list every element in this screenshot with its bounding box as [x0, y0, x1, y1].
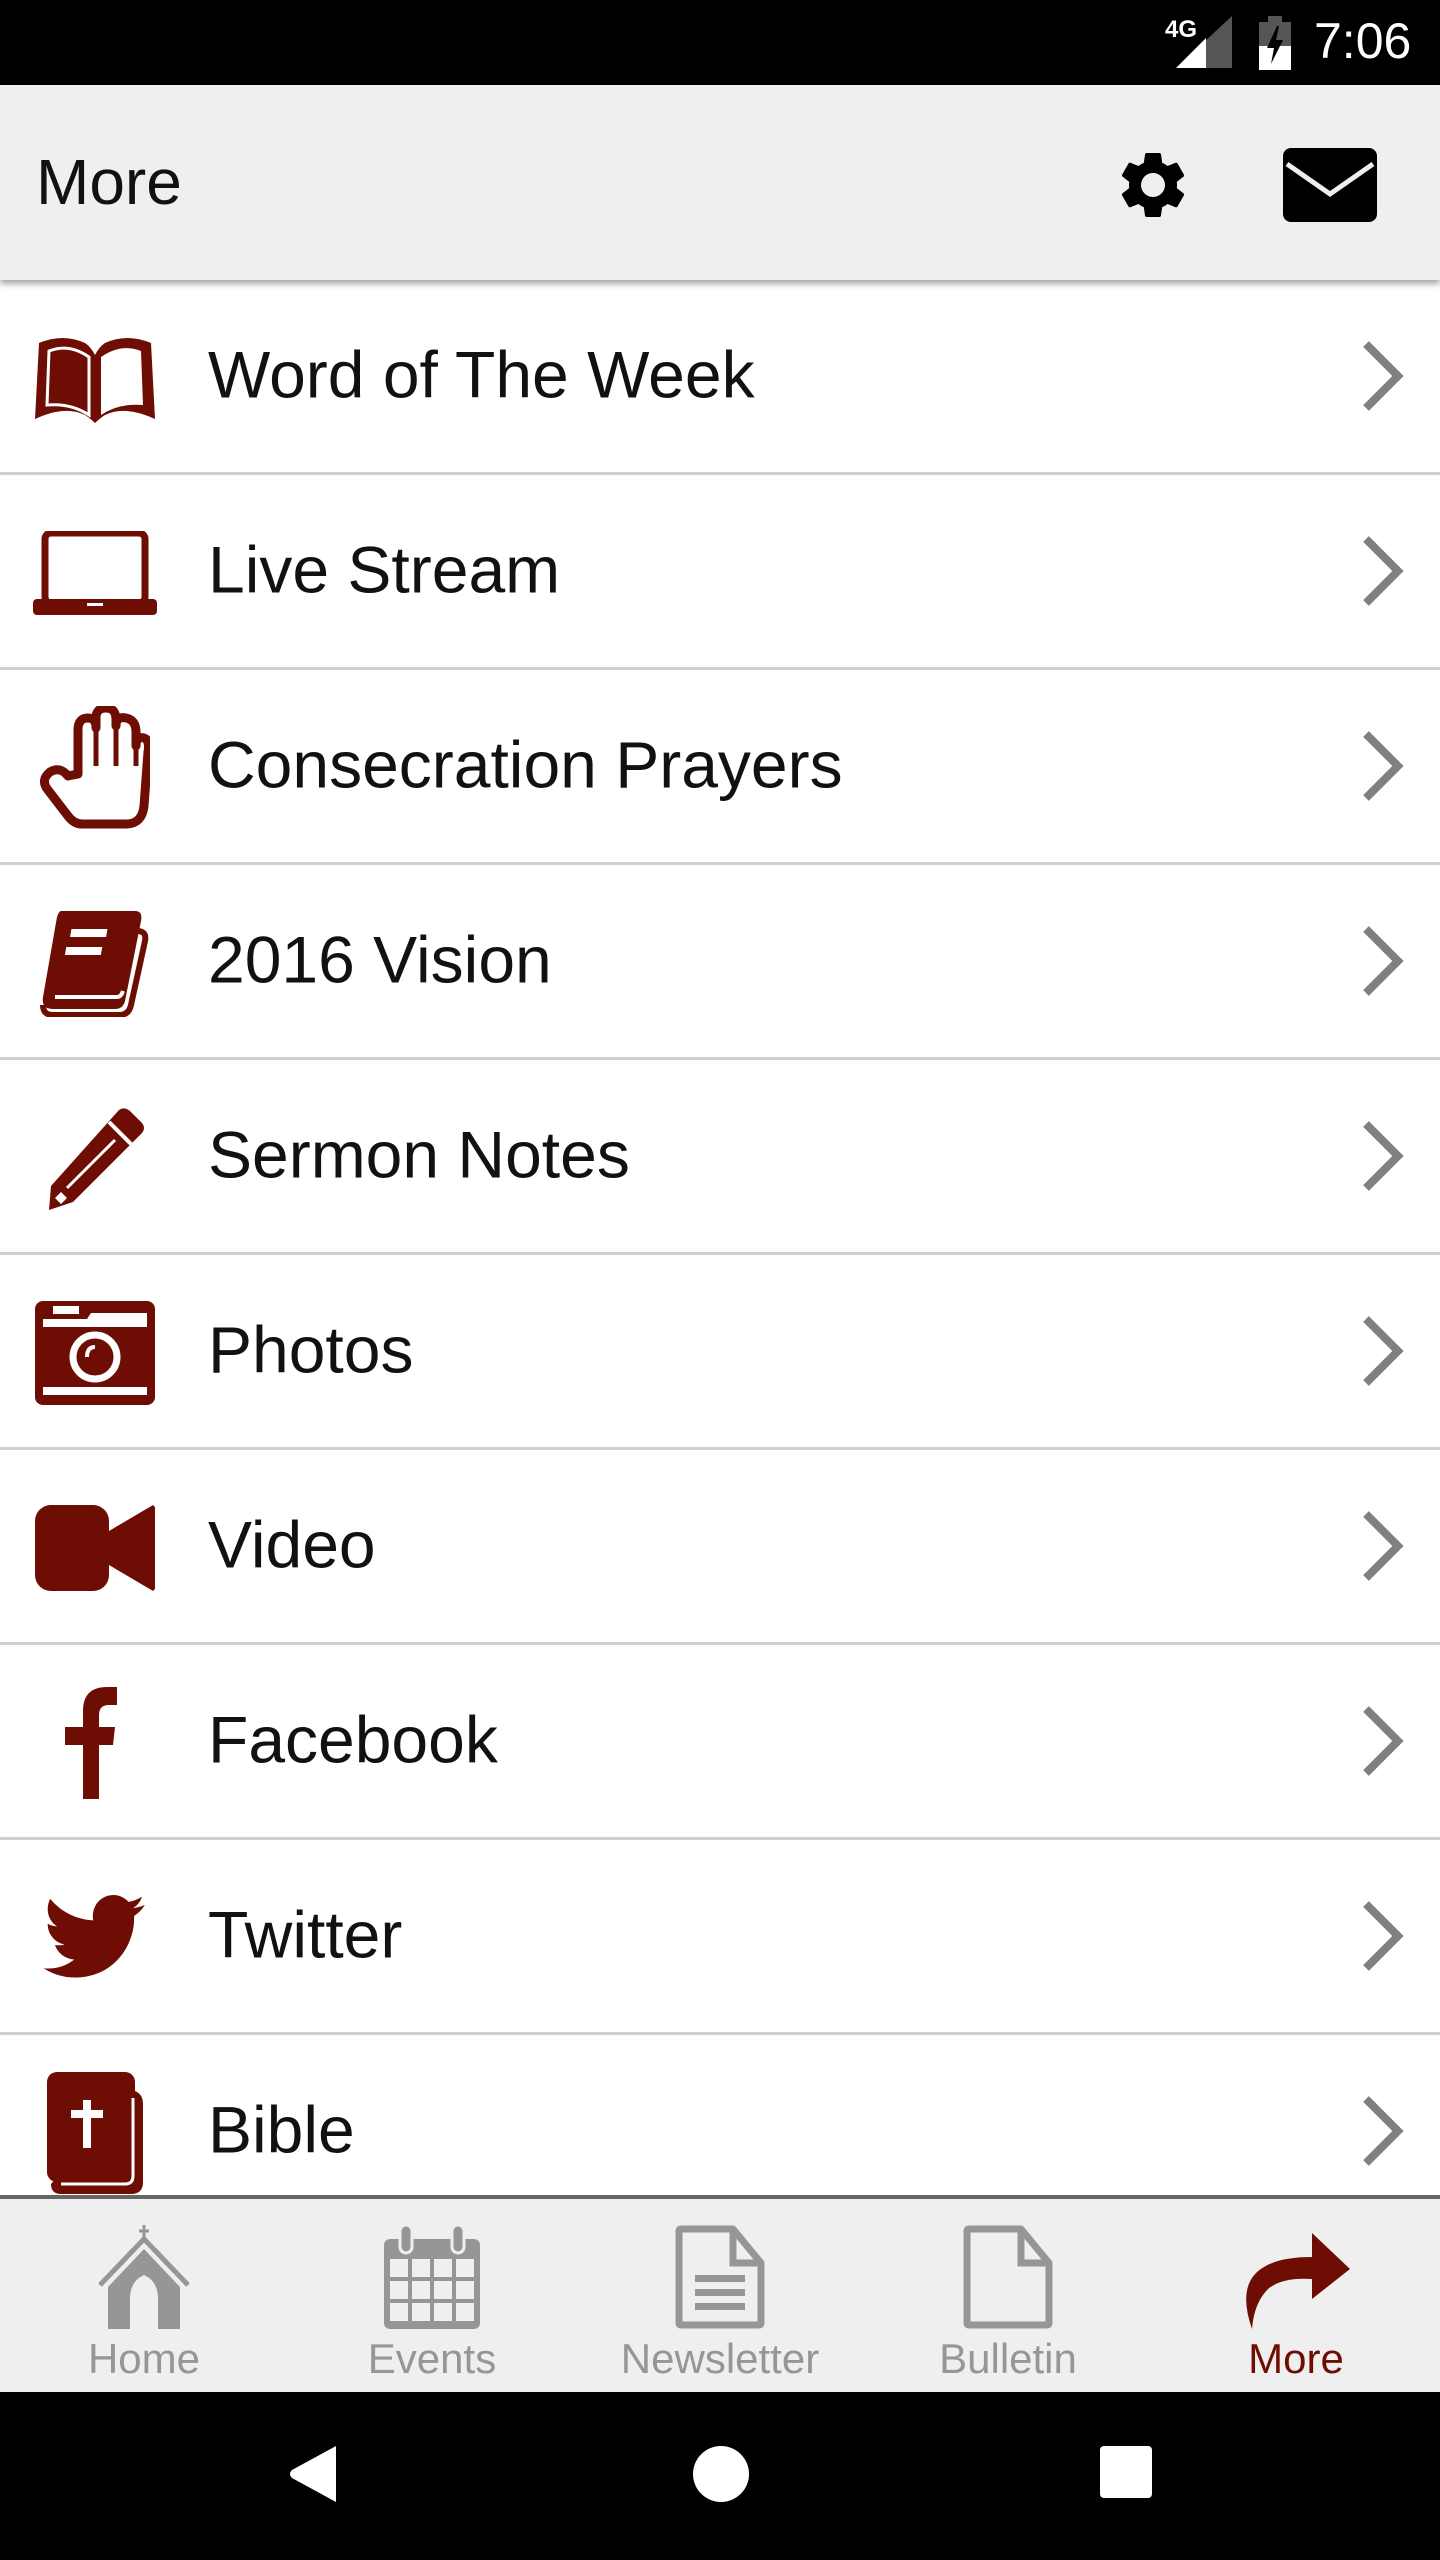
list-item-label: Bible — [208, 2092, 355, 2167]
list-item-photos[interactable]: Photos — [0, 1255, 1440, 1450]
list-item-label: Photos — [208, 1312, 414, 1387]
church-icon — [98, 2225, 190, 2329]
list-item-2016-vision[interactable]: 2016 Vision — [0, 865, 1440, 1060]
back-icon[interactable] — [286, 2444, 342, 2504]
chevron-right-icon — [1363, 926, 1404, 996]
list-item-facebook[interactable]: Facebook — [0, 1645, 1440, 1840]
calendar-icon — [384, 2225, 480, 2329]
book-icon — [40, 910, 149, 1017]
list-item-video[interactable]: Video — [0, 1450, 1440, 1645]
chevron-right-icon — [1363, 1706, 1404, 1776]
chevron-right-icon — [1363, 1901, 1404, 1971]
tab-label: Bulletin — [939, 2335, 1077, 2382]
home-icon[interactable] — [692, 2444, 750, 2504]
status-bar: 4G 7:06 — [0, 0, 1440, 85]
tab-label: More — [1248, 2335, 1344, 2382]
gear-icon — [1121, 153, 1185, 217]
chevron-right-icon — [1363, 731, 1404, 801]
tab-more[interactable]: More — [1152, 2199, 1440, 2392]
messages-button[interactable] — [1280, 135, 1380, 235]
tab-home[interactable]: Home — [0, 2199, 288, 2392]
hand-icon — [40, 705, 150, 828]
video-camera-icon — [35, 1504, 155, 1591]
system-navigation-bar — [0, 2392, 1440, 2560]
pencil-icon — [49, 1107, 144, 1210]
tab-label: Home — [87, 2335, 201, 2382]
list-item-twitter[interactable]: Twitter — [0, 1840, 1440, 2035]
list-item-label: Twitter — [208, 1897, 403, 1972]
blank-document-icon — [963, 2225, 1053, 2329]
envelope-icon — [1283, 148, 1377, 222]
chevron-right-icon — [1363, 536, 1404, 606]
clock: 7:06 — [1314, 13, 1412, 69]
list-item-label: Word of The Week — [208, 337, 755, 412]
share-arrow-icon — [1246, 2233, 1350, 2329]
list-item-label: Video — [208, 1507, 376, 1582]
tab-events[interactable]: Events — [288, 2199, 576, 2392]
chevron-right-icon — [1363, 1511, 1404, 1581]
list-item-consecration-prayers[interactable]: Consecration Prayers — [0, 670, 1440, 865]
facebook-icon — [65, 1686, 117, 1799]
chevron-right-icon — [1363, 341, 1404, 411]
open-book-icon — [35, 337, 155, 423]
chevron-right-icon — [1363, 1121, 1404, 1191]
chevron-right-icon — [1363, 1316, 1404, 1386]
bottom-tab-bar: Home Events Newsletter Bulletin More — [0, 2195, 1440, 2392]
chevron-right-icon — [1363, 2096, 1404, 2166]
tab-newsletter[interactable]: Newsletter — [576, 2199, 864, 2392]
list-item-live-stream[interactable]: Live Stream — [0, 475, 1440, 670]
signal-icon — [1176, 16, 1232, 68]
tab-label: Events — [367, 2335, 497, 2382]
settings-button[interactable] — [1103, 135, 1203, 235]
more-menu-list: Word of The Week Live Stream Consecratio… — [0, 280, 1440, 2195]
list-item-label: Consecration Prayers — [208, 727, 843, 802]
page-title: More — [36, 146, 182, 218]
battery-charging-icon — [1259, 16, 1291, 70]
list-item-label: Facebook — [208, 1702, 498, 1777]
twitter-icon — [43, 1894, 145, 1978]
document-lines-icon — [675, 2225, 765, 2329]
bible-icon — [47, 2071, 143, 2194]
list-item-word-of-the-week[interactable]: Word of The Week — [0, 280, 1440, 475]
list-item-sermon-notes[interactable]: Sermon Notes — [0, 1060, 1440, 1255]
app-bar: More — [0, 85, 1440, 280]
list-item-bible[interactable]: Bible — [0, 2035, 1440, 2195]
laptop-icon — [33, 530, 157, 615]
list-item-label: 2016 Vision — [208, 922, 552, 997]
recents-icon[interactable] — [1098, 2444, 1154, 2500]
list-item-label: Live Stream — [208, 532, 561, 607]
tab-bulletin[interactable]: Bulletin — [864, 2199, 1152, 2392]
list-item-label: Sermon Notes — [208, 1117, 630, 1192]
tab-label: Newsletter — [620, 2335, 820, 2382]
camera-icon — [35, 1300, 155, 1405]
